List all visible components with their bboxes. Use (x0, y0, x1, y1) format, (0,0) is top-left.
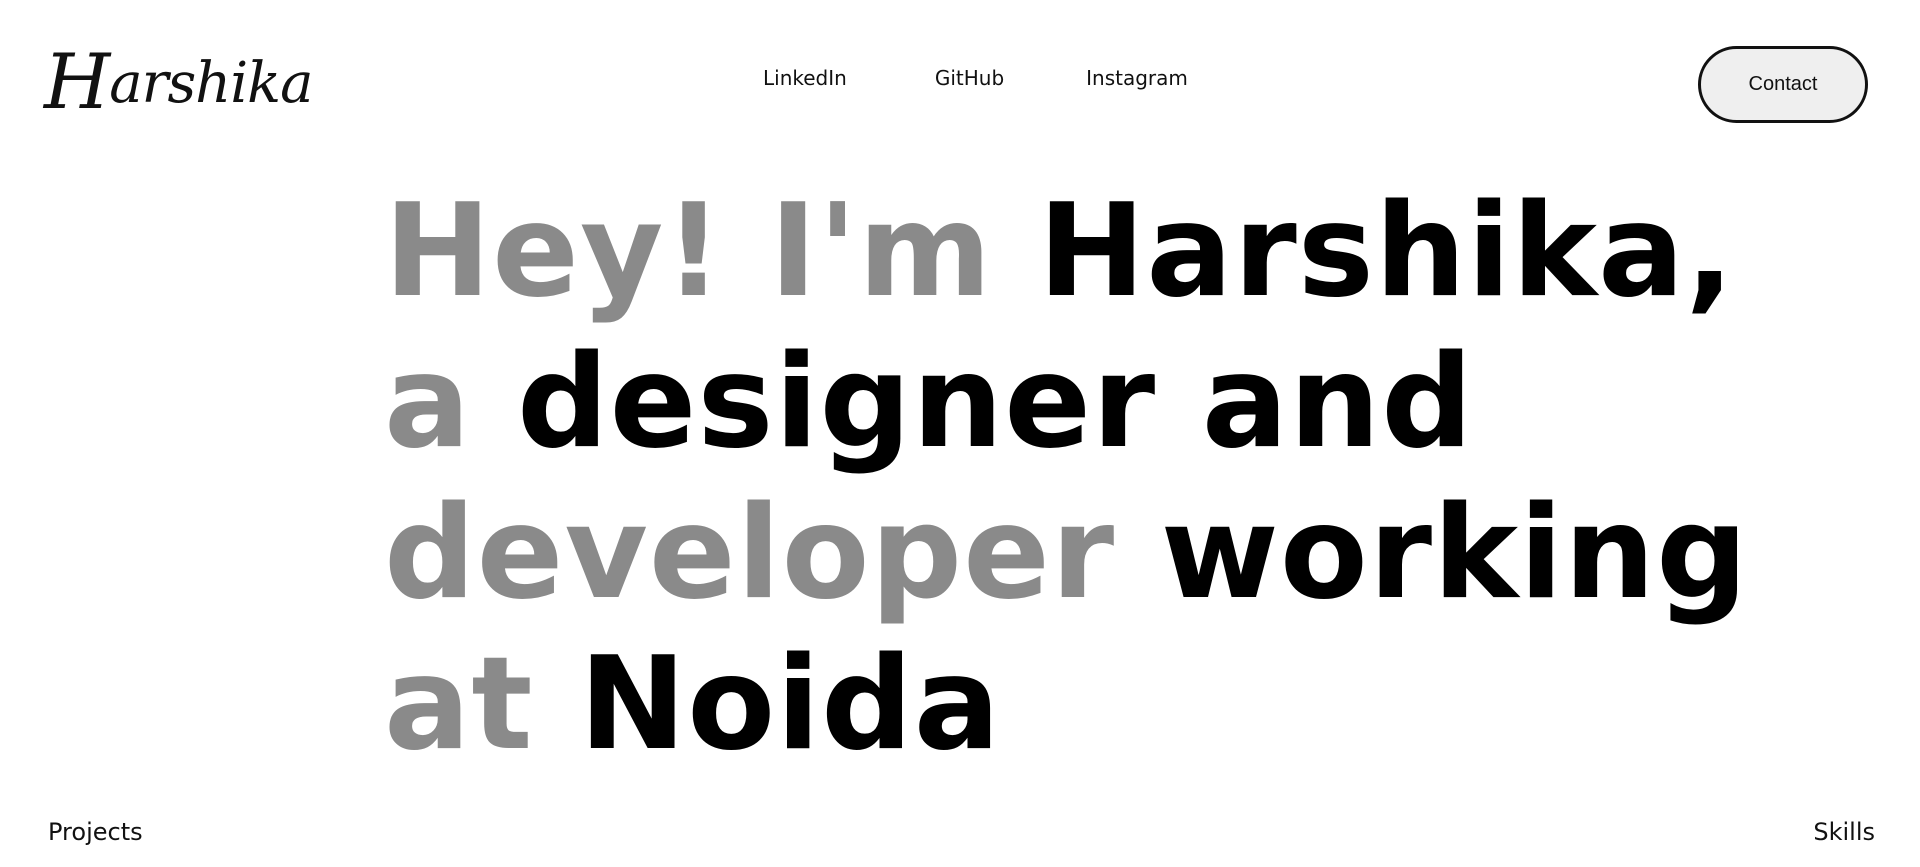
hero-article: a (384, 328, 517, 477)
contact-button[interactable]: Contact (1698, 46, 1868, 123)
hero-line-4: at Noida (384, 629, 1584, 780)
hero-line-3: developer working (384, 478, 1748, 629)
top-nav: LinkedIn GitHub Instagram (763, 66, 1188, 90)
skills-link[interactable]: Skills (1813, 818, 1875, 846)
nav-link-github[interactable]: GitHub (935, 66, 1004, 90)
hero-line-1: Hey! I'm Harshika, (384, 176, 1734, 327)
hero-greeting: Hey! I'm (384, 177, 1039, 326)
hero-working: working (1160, 479, 1749, 628)
nav-link-linkedin[interactable]: LinkedIn (763, 66, 847, 90)
logo-initial: H (44, 37, 110, 126)
logo[interactable]: Harshika (44, 38, 313, 120)
hero-role-developer: developer (384, 479, 1161, 628)
logo-text: arshika (109, 51, 313, 116)
nav-link-instagram[interactable]: Instagram (1086, 66, 1188, 90)
hero-heading: Hey! I'm Harshika, a designer and develo… (384, 176, 1748, 780)
hero-role-designer: designer and (516, 328, 1474, 477)
hero-name: Harshika, (1038, 177, 1735, 326)
hero-at: at (384, 630, 580, 779)
hero-line-2: a designer and (384, 327, 1584, 478)
hero-location: Noida (579, 630, 1002, 779)
page: Harshika LinkedIn GitHub Instagram Conta… (0, 0, 1920, 867)
projects-link[interactable]: Projects (48, 818, 143, 846)
